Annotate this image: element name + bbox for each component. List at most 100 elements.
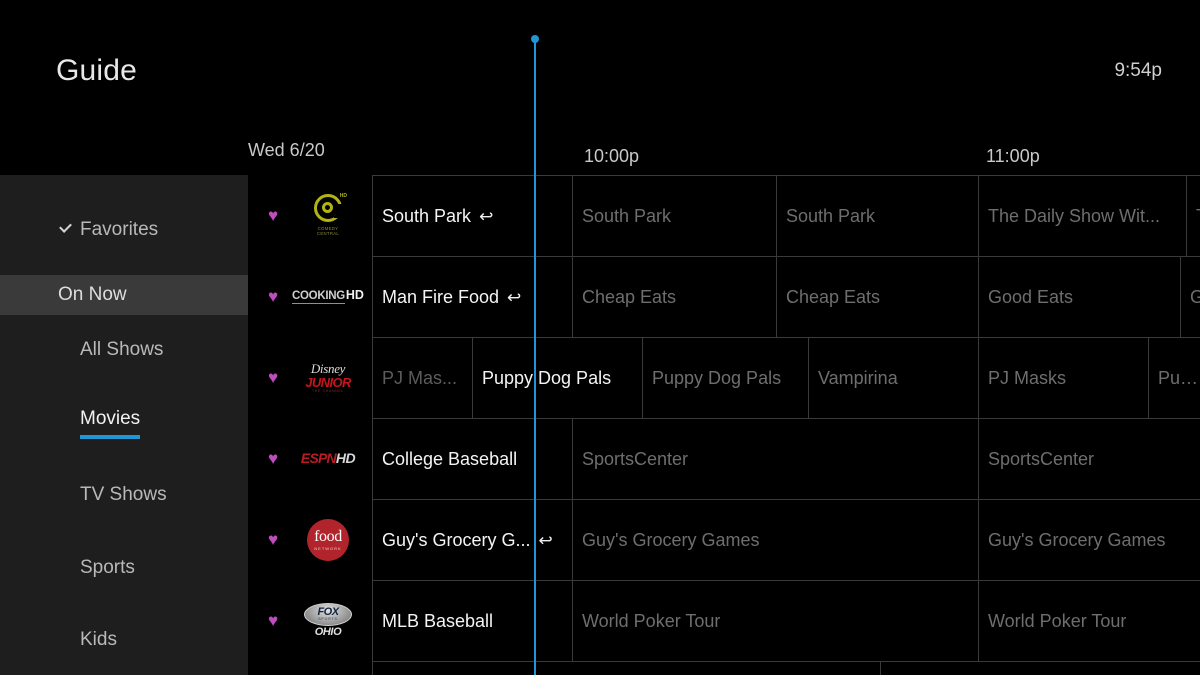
logo-sub-text: THE CHANNEL	[312, 389, 344, 394]
program-title: Guy's Grocery G...	[382, 529, 531, 550]
program-cell[interactable]: PJ Masks	[978, 338, 1148, 418]
program-cell[interactable]	[372, 662, 880, 675]
table-row: South Park ↩ South Park South Park The D…	[372, 176, 1200, 257]
sidebar-item-label: Sports	[80, 557, 135, 578]
table-row: College Baseball SportsCenter SportsCent…	[372, 419, 1200, 500]
logo-hd-text: HD	[339, 192, 347, 199]
program-cell[interactable]: South Park ↩	[372, 176, 572, 256]
program-cell[interactable]: Good Eats	[978, 257, 1180, 337]
logo-word-cooking: COOKING	[292, 290, 345, 305]
table-row: Guy's Grocery G... ↩ Guy's Grocery Games…	[372, 500, 1200, 581]
program-cell[interactable]: World Poker Tour	[978, 581, 1200, 661]
guide-screen: Guide 9:54p Wed 6/20 Favorites On Now Al…	[0, 0, 1200, 675]
favorite-heart-icon[interactable]: ♥	[264, 369, 282, 387]
timeline-header: 10:00p 11:00p	[248, 130, 1200, 175]
logo-word-espn: ESPN	[300, 449, 337, 466]
sidebar-item-label: All Shows	[80, 339, 164, 360]
channel-row-comedy-central[interactable]: ♥ HD COMEDY CENTRAL	[248, 175, 372, 256]
program-cell[interactable]: Man Fire Food ↩	[372, 257, 572, 337]
program-title: MLB Baseball	[382, 610, 494, 631]
sidebar-item-favorites[interactable]: Favorites	[0, 210, 248, 250]
replay-icon[interactable]: ↩	[538, 532, 552, 549]
program-title: PJ Mas...	[382, 367, 458, 388]
program-cell[interactable]: Guy's Grocery Games	[572, 500, 978, 580]
channel-row-food-network[interactable]: ♥ food NETWORK	[248, 499, 372, 580]
favorite-heart-icon[interactable]: ♥	[264, 450, 282, 468]
table-row: Man Fire Food ↩ Cheap Eats Cheap Eats Go…	[372, 257, 1200, 338]
program-cell[interactable]: Guy's Grocery G... ↩	[372, 500, 572, 580]
channel-row-disney-junior[interactable]: ♥ Disney JUNIOR THE CHANNEL	[248, 337, 372, 418]
page-title: Guide	[56, 54, 138, 87]
logo-word-hd: HD	[345, 287, 364, 302]
program-title: G	[1190, 287, 1200, 308]
program-title: PJ Masks	[988, 367, 1067, 388]
program-cell[interactable]: The Daily Show Wit...	[978, 176, 1186, 256]
program-cell[interactable]: World Poker Tour	[572, 581, 978, 661]
espn-hd-logo: ESPNHD	[284, 436, 372, 482]
check-icon	[58, 221, 74, 237]
logo-word-food: food	[314, 527, 342, 545]
channel-row-fox-sports-ohio[interactable]: ♥ FOX SPORTS OHIO	[248, 580, 372, 661]
favorite-heart-icon[interactable]: ♥	[264, 207, 282, 225]
logo-word-network: NETWORK	[314, 545, 342, 551]
program-cell[interactable]: College Baseball	[372, 419, 572, 499]
sidebar-item-label: Favorites	[80, 219, 159, 240]
sidebar-item-label: TV Shows	[80, 484, 167, 505]
sidebar-item-movies[interactable]: Movies	[0, 403, 248, 443]
disney-junior-logo: Disney JUNIOR THE CHANNEL	[284, 355, 372, 401]
program-cell[interactable]: Cheap Eats	[776, 257, 978, 337]
replay-icon[interactable]: ↩	[507, 289, 521, 306]
logo-word-ohio: OHIO	[314, 626, 342, 638]
time-tick-10pm: 10:00p	[584, 146, 640, 166]
program-cell[interactable]	[880, 662, 1200, 675]
channel-row-espn[interactable]: ♥ ESPNHD	[248, 418, 372, 499]
sidebar-item-label: Movies	[80, 408, 141, 439]
program-cell[interactable]: Cheap Eats	[572, 257, 776, 337]
program-cell[interactable]: G	[1180, 257, 1200, 337]
program-cell[interactable]: South Park	[572, 176, 776, 256]
program-title: The Daily Show Wit...	[988, 205, 1161, 226]
logo-sub-text: COMEDY CENTRAL	[316, 225, 340, 236]
sidebar-item-kids[interactable]: Kids	[0, 620, 248, 660]
table-row: PJ Mas... Puppy Dog Pals Puppy Dog Pals …	[372, 338, 1200, 419]
food-network-logo: food NETWORK	[284, 517, 372, 563]
program-title: Guy's Grocery Games	[582, 529, 760, 550]
program-title: Cheap Eats	[786, 286, 881, 307]
replay-icon[interactable]: ↩	[479, 208, 493, 225]
program-title: Man Fire Food	[382, 286, 500, 307]
sidebar-item-sports[interactable]: Sports	[0, 548, 248, 588]
program-cell[interactable]: PJ Mas...	[372, 338, 472, 418]
favorite-heart-icon[interactable]: ♥	[264, 612, 282, 630]
sidebar-item-all-shows[interactable]: All Shows	[0, 330, 248, 370]
table-row	[372, 662, 1200, 675]
program-cell[interactable]: Vampirina	[808, 338, 978, 418]
fox-sports-ohio-logo: FOX SPORTS OHIO	[284, 598, 372, 644]
program-title: World Poker Tour	[582, 610, 721, 631]
now-indicator-line	[531, 35, 539, 675]
program-cell[interactable]: Guy's Grocery Games	[978, 500, 1200, 580]
program-title: Pupp	[1158, 367, 1200, 388]
sidebar-item-tv-shows[interactable]: TV Shows	[0, 475, 248, 515]
program-title: Guy's Grocery Games	[988, 529, 1166, 550]
program-cell[interactable]: MLB Baseball	[372, 581, 572, 661]
program-cell[interactable]: Puppy Dog Pals	[472, 338, 642, 418]
favorite-heart-icon[interactable]: ♥	[264, 531, 282, 549]
logo-word-disney: Disney	[310, 361, 346, 377]
program-title: World Poker Tour	[988, 610, 1127, 631]
sidebar-item-on-now[interactable]: On Now	[0, 275, 248, 315]
program-cell[interactable]: Pupp	[1148, 338, 1200, 418]
program-cell[interactable]: SportsCenter	[572, 419, 978, 499]
logo-word-hd: HD	[335, 449, 356, 466]
program-cell[interactable]: SportsCenter	[978, 419, 1200, 499]
channel-row-cooking-channel[interactable]: ♥ COOKING HD	[248, 256, 372, 337]
program-cell[interactable]: Puppy Dog Pals	[642, 338, 808, 418]
program-cell[interactable]: T	[1186, 176, 1200, 256]
program-title: South Park	[786, 205, 876, 226]
comedy-central-hd-logo: HD COMEDY CENTRAL	[284, 193, 372, 239]
sidebar-item-label: Kids	[80, 629, 117, 650]
program-title: South Park	[382, 205, 472, 226]
channel-logo-column: ♥ HD COMEDY CENTRAL ♥ COOKING HD ♥ Disne…	[248, 175, 372, 675]
program-grid: South Park ↩ South Park South Park The D…	[372, 175, 1200, 675]
program-cell[interactable]: South Park	[776, 176, 978, 256]
favorite-heart-icon[interactable]: ♥	[264, 288, 282, 306]
